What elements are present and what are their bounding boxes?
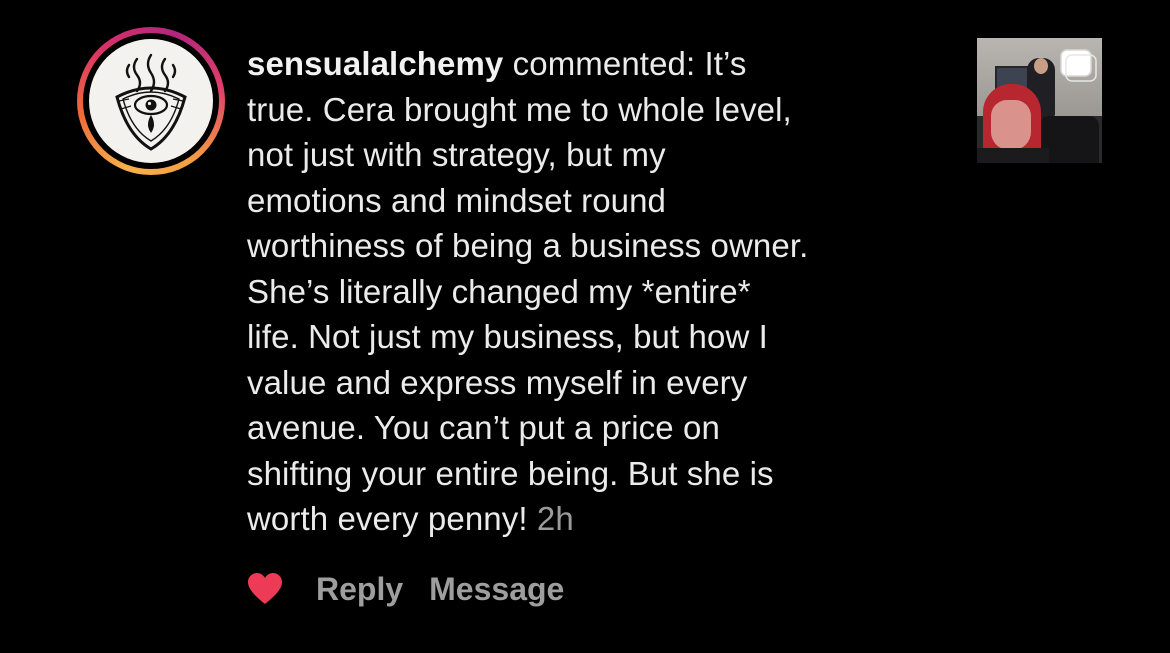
thumbnail-person-head — [1034, 58, 1048, 74]
thumbnail-face — [991, 100, 1031, 150]
avatar[interactable] — [77, 27, 225, 175]
heart-icon[interactable] — [247, 572, 283, 606]
reply-button[interactable]: Reply — [316, 571, 403, 608]
profile-logo-icon — [89, 39, 213, 163]
post-thumbnail[interactable] — [977, 38, 1102, 163]
message-button[interactable]: Message — [429, 571, 564, 608]
comment-timestamp: 2h — [536, 500, 574, 537]
thumbnail-body — [977, 148, 1049, 163]
chat-bubble-icon — [1057, 46, 1097, 86]
comment-actions: Reply Message — [247, 567, 564, 611]
comment-text: sensualalchemy commented: It’s true. Cer… — [247, 41, 967, 542]
comment-username[interactable]: sensualalchemy — [247, 45, 503, 82]
avatar-gap — [83, 33, 219, 169]
comment-body: commented: It’s true. Cera brought me to… — [247, 45, 809, 537]
